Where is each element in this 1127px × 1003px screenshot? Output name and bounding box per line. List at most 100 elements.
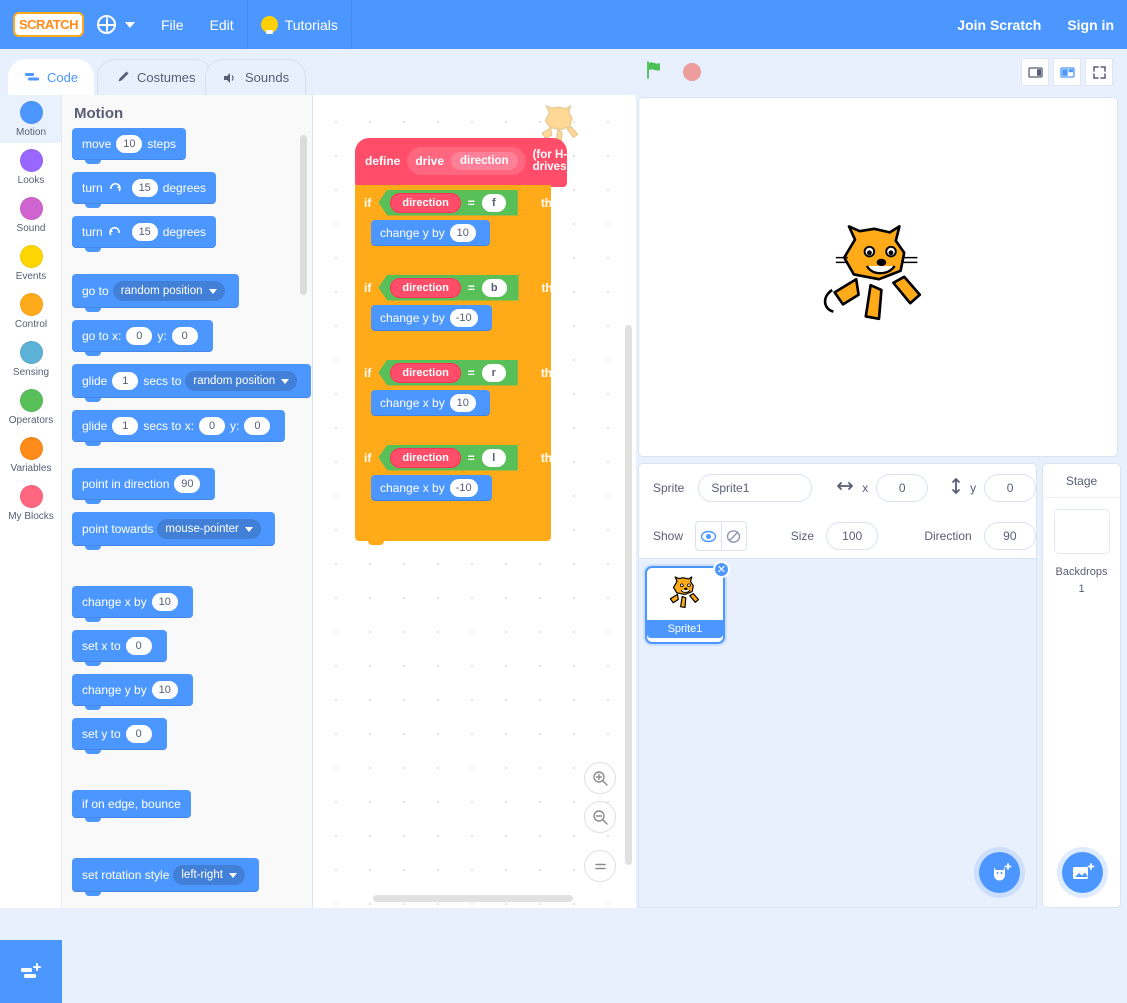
size-input[interactable]: 100	[826, 522, 878, 550]
palette-block-move[interactable]: move 10 steps	[72, 128, 186, 160]
palette-block-glide-to-xy[interactable]: glide 1 secs to x: 0 y: 0	[72, 410, 285, 442]
tab-costumes[interactable]: Costumes	[97, 59, 213, 95]
block-input[interactable]: 0	[199, 417, 225, 435]
block-input[interactable]: 0	[126, 637, 152, 655]
show-hidden-button[interactable]	[721, 522, 746, 550]
if-block-3[interactable]: if direction = r then change x by 10	[355, 355, 551, 442]
variable-direction[interactable]: direction	[390, 193, 460, 213]
palette-block-point-in-direction[interactable]: point in direction 90	[72, 468, 215, 500]
category-operators[interactable]: Operators	[0, 383, 62, 431]
block-input[interactable]: 10	[152, 681, 178, 699]
block-input[interactable]: -10	[450, 309, 478, 327]
compare-value-2[interactable]: b	[482, 279, 507, 297]
zoom-out-button[interactable]	[584, 801, 616, 833]
block-input[interactable]: 0	[244, 417, 270, 435]
palette-scrollbar[interactable]	[300, 135, 307, 295]
block-input[interactable]: 10	[152, 593, 178, 611]
equals-operator-1[interactable]: direction = f	[378, 190, 517, 216]
palette-block-go-to[interactable]: go to random position	[72, 274, 239, 308]
block-input[interactable]: 90	[174, 475, 200, 493]
palette-block-set-y-to[interactable]: set y to 0	[72, 718, 167, 750]
add-backdrop-button[interactable]	[1062, 852, 1103, 893]
category-sound[interactable]: Sound	[0, 191, 62, 239]
palette-block-glide-to[interactable]: glide 1 secs to random position	[72, 364, 311, 398]
block-input[interactable]: 10	[450, 394, 476, 412]
block-palette[interactable]: Motion move 10 steps turn 15 degrees tur…	[62, 95, 312, 908]
block-input[interactable]: 15	[132, 223, 158, 241]
stop-button[interactable]	[683, 63, 701, 81]
equals-operator-4[interactable]: direction = l	[378, 445, 517, 471]
green-flag-button[interactable]	[644, 59, 666, 86]
zoom-in-button[interactable]	[584, 762, 616, 794]
edit-menu[interactable]: Edit	[197, 0, 247, 49]
tab-code[interactable]: Code	[8, 59, 94, 95]
tab-sounds[interactable]: Sounds	[205, 59, 306, 95]
block-input[interactable]: 10	[450, 224, 476, 242]
palette-block-change-y-by[interactable]: change y by 10	[72, 674, 193, 706]
workspace-vertical-scrollbar[interactable]	[625, 325, 632, 865]
palette-block-turn-left[interactable]: turn 15 degrees	[72, 216, 216, 248]
block-dropdown[interactable]: mouse-pointer	[157, 519, 261, 539]
category-my-blocks[interactable]: My Blocks	[0, 479, 62, 527]
sign-in-button[interactable]: Sign in	[1054, 0, 1127, 49]
palette-block-point-towards[interactable]: point towards mouse-pointer	[72, 512, 275, 546]
stage-sprite-cat[interactable]	[819, 218, 939, 338]
variable-direction[interactable]: direction	[390, 363, 460, 383]
block-dropdown[interactable]: random position	[185, 371, 297, 391]
variable-direction[interactable]: direction	[390, 278, 460, 298]
sprite-card-sprite1[interactable]: ✕ Sprite1	[645, 566, 725, 644]
equals-operator-3[interactable]: direction = r	[378, 360, 517, 386]
stage[interactable]	[638, 97, 1118, 457]
block-dropdown[interactable]: left-right	[173, 865, 245, 885]
category-control[interactable]: Control	[0, 287, 62, 335]
if-block-4[interactable]: if direction = l then change x by -10	[355, 440, 551, 527]
change-y-by-block-1[interactable]: change y by 10	[371, 220, 490, 246]
y-input[interactable]: 0	[984, 474, 1036, 502]
palette-block-set-x-to[interactable]: set x to 0	[72, 630, 167, 662]
large-stage-button[interactable]	[1053, 58, 1081, 86]
scratch-logo[interactable]: SCRATCH	[13, 12, 84, 37]
show-toggle[interactable]	[695, 521, 747, 551]
variable-direction[interactable]: direction	[390, 448, 460, 468]
palette-block-change-x-by[interactable]: change x by 10	[72, 586, 193, 618]
block-input[interactable]: 0	[172, 327, 198, 345]
block-input[interactable]: 15	[132, 179, 158, 197]
compare-value-3[interactable]: r	[482, 364, 506, 382]
category-events[interactable]: Events	[0, 239, 62, 287]
change-y-by-block-2[interactable]: change y by -10	[371, 305, 492, 331]
category-motion[interactable]: Motion	[0, 95, 62, 143]
small-stage-button[interactable]	[1021, 58, 1049, 86]
block-input[interactable]: 0	[126, 327, 152, 345]
category-looks[interactable]: Looks	[0, 143, 62, 191]
compare-value-1[interactable]: f	[482, 194, 506, 212]
palette-block-set-rotation-style[interactable]: set rotation style left-right	[72, 858, 259, 892]
if-block-2[interactable]: if direction = b then change y by -10	[355, 270, 551, 357]
x-input[interactable]: 0	[876, 474, 928, 502]
palette-block-turn-right[interactable]: turn 15 degrees	[72, 172, 216, 204]
category-variables[interactable]: Variables	[0, 431, 62, 479]
block-input[interactable]: 1	[112, 372, 138, 390]
zoom-reset-button[interactable]	[584, 850, 616, 882]
file-menu[interactable]: File	[148, 0, 197, 49]
block-dropdown[interactable]: random position	[113, 281, 225, 301]
direction-input[interactable]: 90	[984, 522, 1036, 550]
show-visible-button[interactable]	[696, 522, 721, 550]
workspace-horizontal-scrollbar[interactable]	[373, 895, 573, 902]
block-input[interactable]: 10	[116, 135, 142, 153]
script-stack[interactable]: define drive direction (for H-drives) if…	[355, 138, 567, 541]
if-block-1[interactable]: if direction = f then change y by 10	[355, 185, 551, 272]
equals-operator-2[interactable]: direction = b	[378, 275, 518, 301]
sprite-name-input[interactable]: Sprite1	[698, 474, 812, 502]
tutorials-menu[interactable]: Tutorials	[248, 0, 351, 49]
procedure-argument[interactable]: direction	[451, 152, 518, 170]
add-sprite-button[interactable]	[979, 852, 1020, 893]
fullscreen-button[interactable]	[1085, 58, 1113, 86]
delete-sprite-button[interactable]: ✕	[713, 561, 730, 578]
palette-block-if-on-edge-bounce[interactable]: if on edge, bounce	[72, 790, 191, 818]
change-x-by-block-2[interactable]: change x by -10	[371, 475, 492, 501]
compare-value-4[interactable]: l	[482, 449, 506, 467]
change-x-by-block-1[interactable]: change x by 10	[371, 390, 490, 416]
stage-thumbnail[interactable]	[1054, 509, 1110, 554]
block-input[interactable]: 1	[112, 417, 138, 435]
language-menu[interactable]	[84, 0, 148, 49]
